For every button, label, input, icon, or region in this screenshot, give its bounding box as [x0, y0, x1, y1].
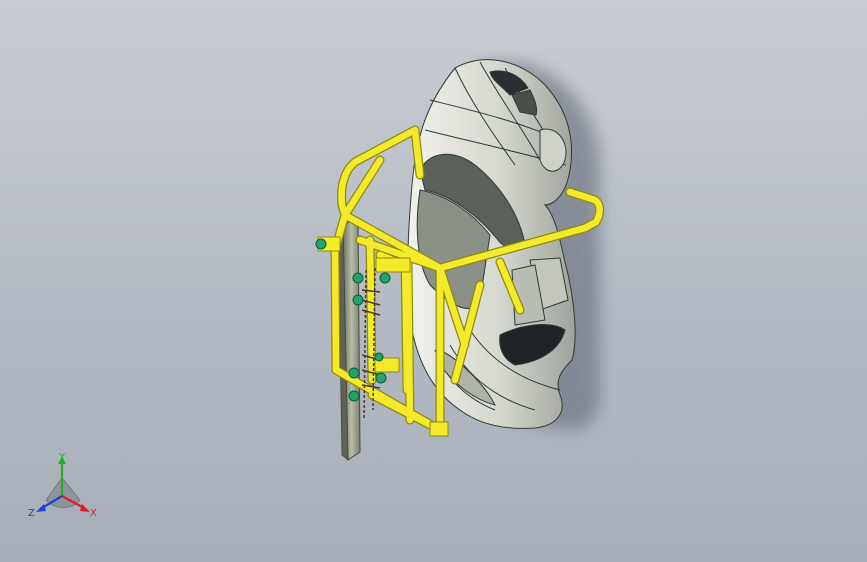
view-orientation-triad[interactable]: Y X Z — [28, 452, 97, 519]
bolt — [379, 272, 391, 284]
vertical-rail[interactable] — [337, 217, 361, 461]
triad-x-label: X — [90, 508, 97, 519]
triad-z-label: Z — [28, 508, 35, 519]
bolt — [315, 238, 327, 250]
bolt — [348, 390, 360, 402]
model-canvas[interactable]: Y X Z — [0, 0, 867, 562]
car-body-shell[interactable] — [407, 59, 576, 429]
bolt — [352, 294, 364, 306]
triad-z-arrow — [36, 504, 46, 512]
bolt — [375, 372, 387, 384]
triad-y-label: Y — [58, 452, 66, 463]
bolt — [352, 272, 364, 284]
graphics-viewport[interactable]: Y X Z — [0, 0, 867, 562]
triad-x-arrow — [80, 504, 90, 512]
bolt — [374, 352, 384, 362]
bolt — [348, 367, 360, 379]
